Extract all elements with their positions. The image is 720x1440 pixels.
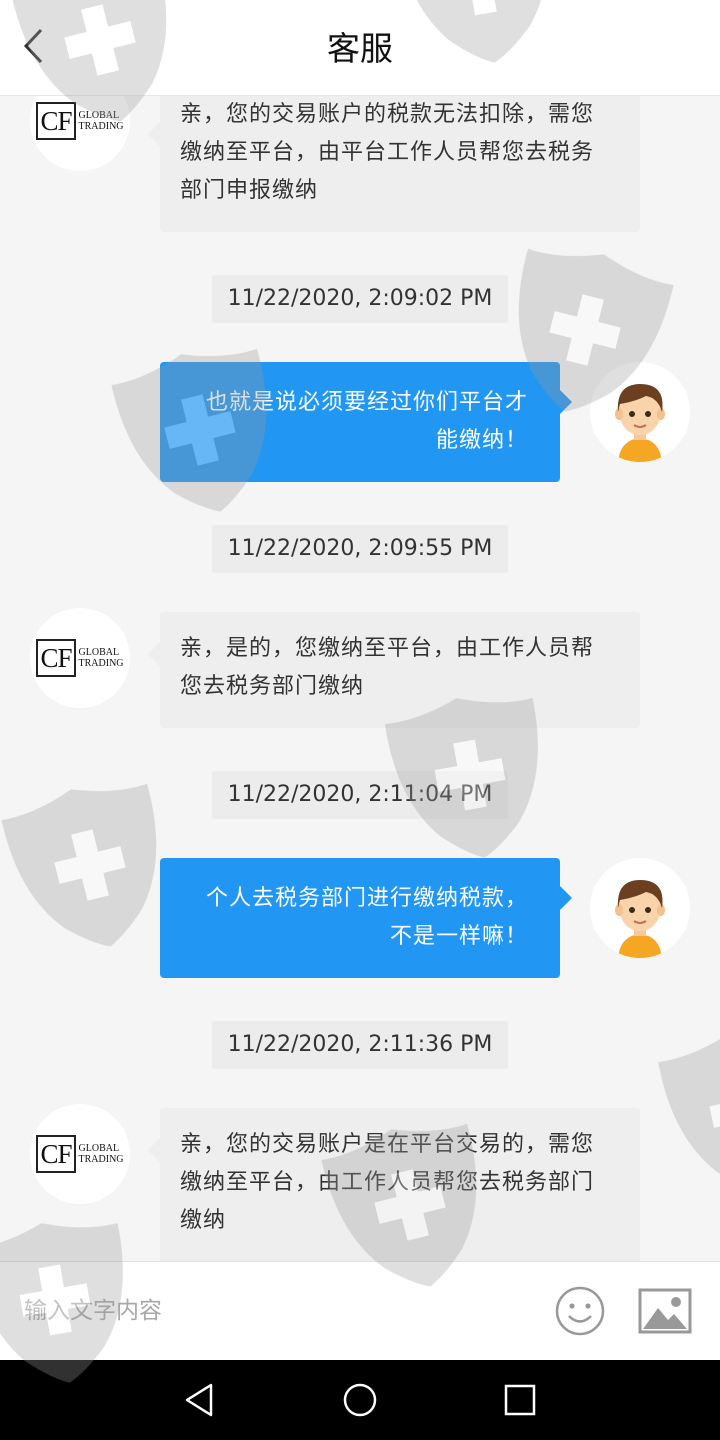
nav-home-button[interactable] <box>340 1380 380 1420</box>
header-bar: 客服 <box>0 0 720 96</box>
message-line: 缴纳 <box>180 1208 227 1233</box>
cf-global-trading-logo: CF GLOBAL TRADING <box>36 102 124 140</box>
message-line: 亲，是的，您缴纳至平台，由工作人员帮 <box>180 636 595 661</box>
nav-recents-button[interactable] <box>500 1380 540 1420</box>
agent-avatar: CF GLOBAL TRADING <box>30 96 130 171</box>
message-line: 能缴纳！ <box>435 428 528 453</box>
emoji-icon <box>555 1286 605 1336</box>
cf-global-trading-logo: CF GLOBAL TRADING <box>36 639 124 677</box>
agent-avatar: CF GLOBAL TRADING <box>30 608 130 708</box>
message-bubble: 也就是说必须要经过你们平台才 能缴纳！ <box>160 362 572 482</box>
message-line: 亲，您的交易账户是在平台交易的，需您 <box>180 1132 595 1157</box>
boy-avatar-icon <box>615 880 665 958</box>
message-line: 您去税务部门缴纳 <box>180 674 365 699</box>
message-line: 也就是说必须要经过你们平台才 <box>205 390 528 415</box>
boy-avatar-icon <box>615 384 665 462</box>
chat-message-list[interactable]: CF GLOBAL TRADING 亲，您的交易账户的税款无法扣除，需您 缴纳至平… <box>0 96 720 1261</box>
message-line: 不是一样嘛！ <box>389 924 528 949</box>
nav-back-button[interactable] <box>180 1380 220 1420</box>
agent-avatar: CF GLOBAL TRADING <box>30 1104 130 1204</box>
recents-square-icon <box>504 1384 536 1416</box>
timestamp: 11/22/2020, 2:11:36 PM <box>212 1021 508 1069</box>
message-line: 缴纳至平台，由工作人员帮您去税务部门 <box>180 1170 595 1195</box>
back-triangle-icon <box>185 1383 213 1417</box>
message-line: 个人去税务部门进行缴纳税款， <box>205 886 528 911</box>
message-bubble: 亲，您的交易账户是在平台交易的，需您 缴纳至平台，由工作人员帮您去税务部门 缴纳 <box>148 1108 640 1261</box>
message-line: 缴纳至平台，由平台工作人员帮您去税务 <box>180 140 595 165</box>
message-bubble: 亲，您的交易账户的税款无法扣除，需您 缴纳至平台，由平台工作人员帮您去税务 部门… <box>148 96 640 232</box>
message-bubble: 个人去税务部门进行缴纳税款， 不是一样嘛！ <box>160 858 572 978</box>
cf-global-trading-logo: CF GLOBAL TRADING <box>36 1135 124 1173</box>
image-icon <box>638 1288 692 1334</box>
message-input-bar <box>0 1261 720 1360</box>
message-input[interactable] <box>24 1280 524 1342</box>
timestamp: 11/22/2020, 2:11:04 PM <box>212 771 508 819</box>
user-avatar <box>590 858 690 958</box>
timestamp: 11/22/2020, 2:09:02 PM <box>212 275 508 323</box>
image-button[interactable] <box>638 1288 692 1334</box>
message-line: 部门申报缴纳 <box>180 178 319 203</box>
timestamp: 11/22/2020, 2:09:55 PM <box>212 525 508 573</box>
page-title: 客服 <box>327 29 393 68</box>
user-avatar <box>590 362 690 462</box>
system-nav-bar <box>0 1360 720 1440</box>
message-line: 亲，您的交易账户的税款无法扣除，需您 <box>180 102 595 127</box>
emoji-button[interactable] <box>554 1285 606 1337</box>
message-bubble: 亲，是的，您缴纳至平台，由工作人员帮 您去税务部门缴纳 <box>148 612 640 728</box>
home-circle-icon <box>343 1383 377 1417</box>
